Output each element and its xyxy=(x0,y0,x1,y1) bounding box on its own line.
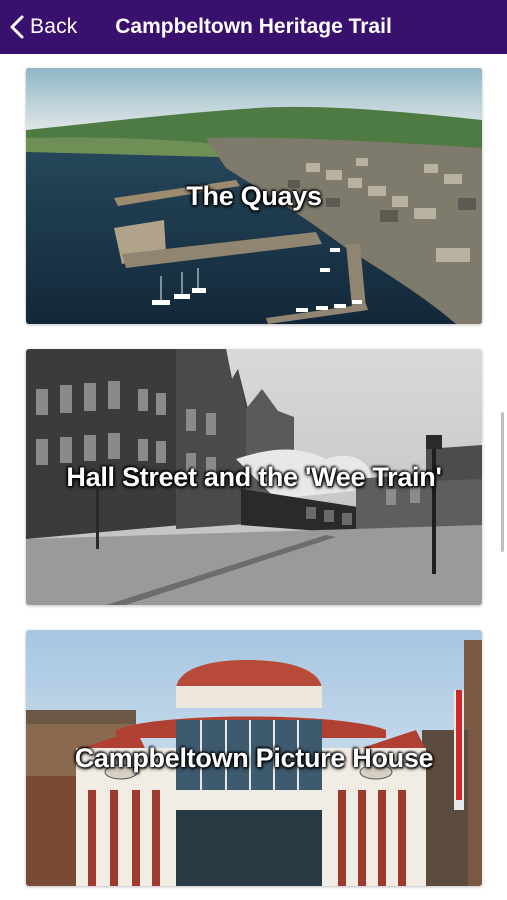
trail-card-hall-street[interactable]: Hall Street and the 'Wee Train' xyxy=(26,349,482,605)
card-title: Campbeltown Picture House xyxy=(74,742,434,773)
trail-card-picture-house[interactable]: Campbeltown Picture House xyxy=(26,630,482,886)
trail-list[interactable]: The Quays Hall Street and the 'Wee Train… xyxy=(0,54,507,900)
chevron-left-icon xyxy=(10,15,24,39)
card-title: Hall Street and the 'Wee Train' xyxy=(66,461,442,492)
trail-card-the-quays[interactable]: The Quays xyxy=(26,68,482,324)
card-title: The Quays xyxy=(186,180,322,211)
scrollbar[interactable] xyxy=(501,412,504,552)
back-button[interactable]: Back xyxy=(8,0,78,54)
navigation-bar: Back Campbeltown Heritage Trail xyxy=(0,0,507,54)
back-label: Back xyxy=(30,15,78,38)
